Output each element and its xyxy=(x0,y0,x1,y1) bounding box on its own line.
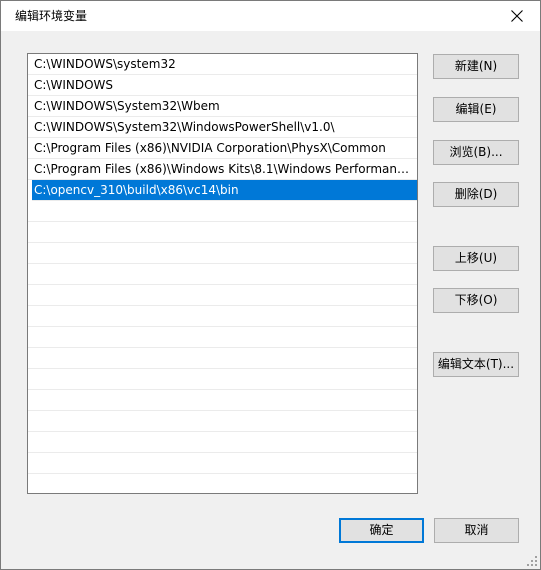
path-text: C:\WINDOWS\system32 xyxy=(34,57,176,71)
list-item[interactable]: C:\WINDOWS\System32\Wbem xyxy=(28,96,417,117)
path-text: C:\WINDOWS\System32\Wbem xyxy=(34,99,220,113)
empty-row[interactable] xyxy=(28,243,417,264)
empty-row[interactable] xyxy=(28,327,417,348)
empty-row[interactable] xyxy=(28,306,417,327)
empty-row[interactable] xyxy=(28,222,417,243)
path-text: C:\WINDOWS xyxy=(34,78,114,92)
edit-env-variable-dialog: 编辑环境变量 C:\WINDOWS\system32 C:\WINDOWS C:… xyxy=(0,0,541,570)
edit-text-button[interactable]: 编辑文本(T)... xyxy=(433,352,519,377)
empty-row[interactable] xyxy=(28,264,417,285)
path-text: C:\Program Files (x86)\NVIDIA Corporatio… xyxy=(34,141,386,155)
empty-row[interactable] xyxy=(28,390,417,411)
title-bar[interactable]: 编辑环境变量 xyxy=(1,1,540,31)
move-down-button[interactable]: 下移(O) xyxy=(433,288,519,313)
cancel-button[interactable]: 取消 xyxy=(434,518,519,543)
empty-row[interactable] xyxy=(28,453,417,474)
ok-button[interactable]: 确定 xyxy=(339,518,424,543)
list-item[interactable]: C:\Program Files (x86)\Windows Kits\8.1\… xyxy=(28,159,417,180)
move-up-button[interactable]: 上移(U) xyxy=(433,246,519,271)
new-button[interactable]: 新建(N) xyxy=(433,54,519,79)
list-item[interactable]: C:\WINDOWS\System32\WindowsPowerShell\v1… xyxy=(28,117,417,138)
list-item[interactable]: C:\Program Files (x86)\NVIDIA Corporatio… xyxy=(28,138,417,159)
list-item[interactable]: C:\WINDOWS\system32 xyxy=(28,54,417,75)
empty-row[interactable] xyxy=(28,201,417,222)
empty-row[interactable] xyxy=(28,432,417,453)
path-text: C:\Program Files (x86)\Windows Kits\8.1\… xyxy=(34,162,412,176)
empty-row[interactable] xyxy=(28,411,417,432)
list-item-selected[interactable]: C:\opencv_310\build\x86\vc14\bin xyxy=(32,180,417,201)
delete-button[interactable]: 删除(D) xyxy=(433,182,519,207)
edit-button[interactable]: 编辑(E) xyxy=(433,97,519,122)
close-icon xyxy=(511,10,523,22)
empty-row[interactable] xyxy=(28,474,417,493)
empty-row[interactable] xyxy=(28,369,417,390)
empty-row[interactable] xyxy=(28,285,417,306)
path-text: C:\opencv_310\build\x86\vc14\bin xyxy=(34,183,239,197)
dialog-title: 编辑环境变量 xyxy=(15,9,88,23)
close-button[interactable] xyxy=(494,1,540,31)
browse-button[interactable]: 浏览(B)... xyxy=(433,140,519,165)
path-list[interactable]: C:\WINDOWS\system32 C:\WINDOWS C:\WINDOW… xyxy=(27,53,418,494)
resize-grip-icon[interactable] xyxy=(526,555,538,567)
list-item[interactable]: C:\WINDOWS xyxy=(28,75,417,96)
empty-row[interactable] xyxy=(28,348,417,369)
path-text: C:\WINDOWS\System32\WindowsPowerShell\v1… xyxy=(34,120,335,134)
